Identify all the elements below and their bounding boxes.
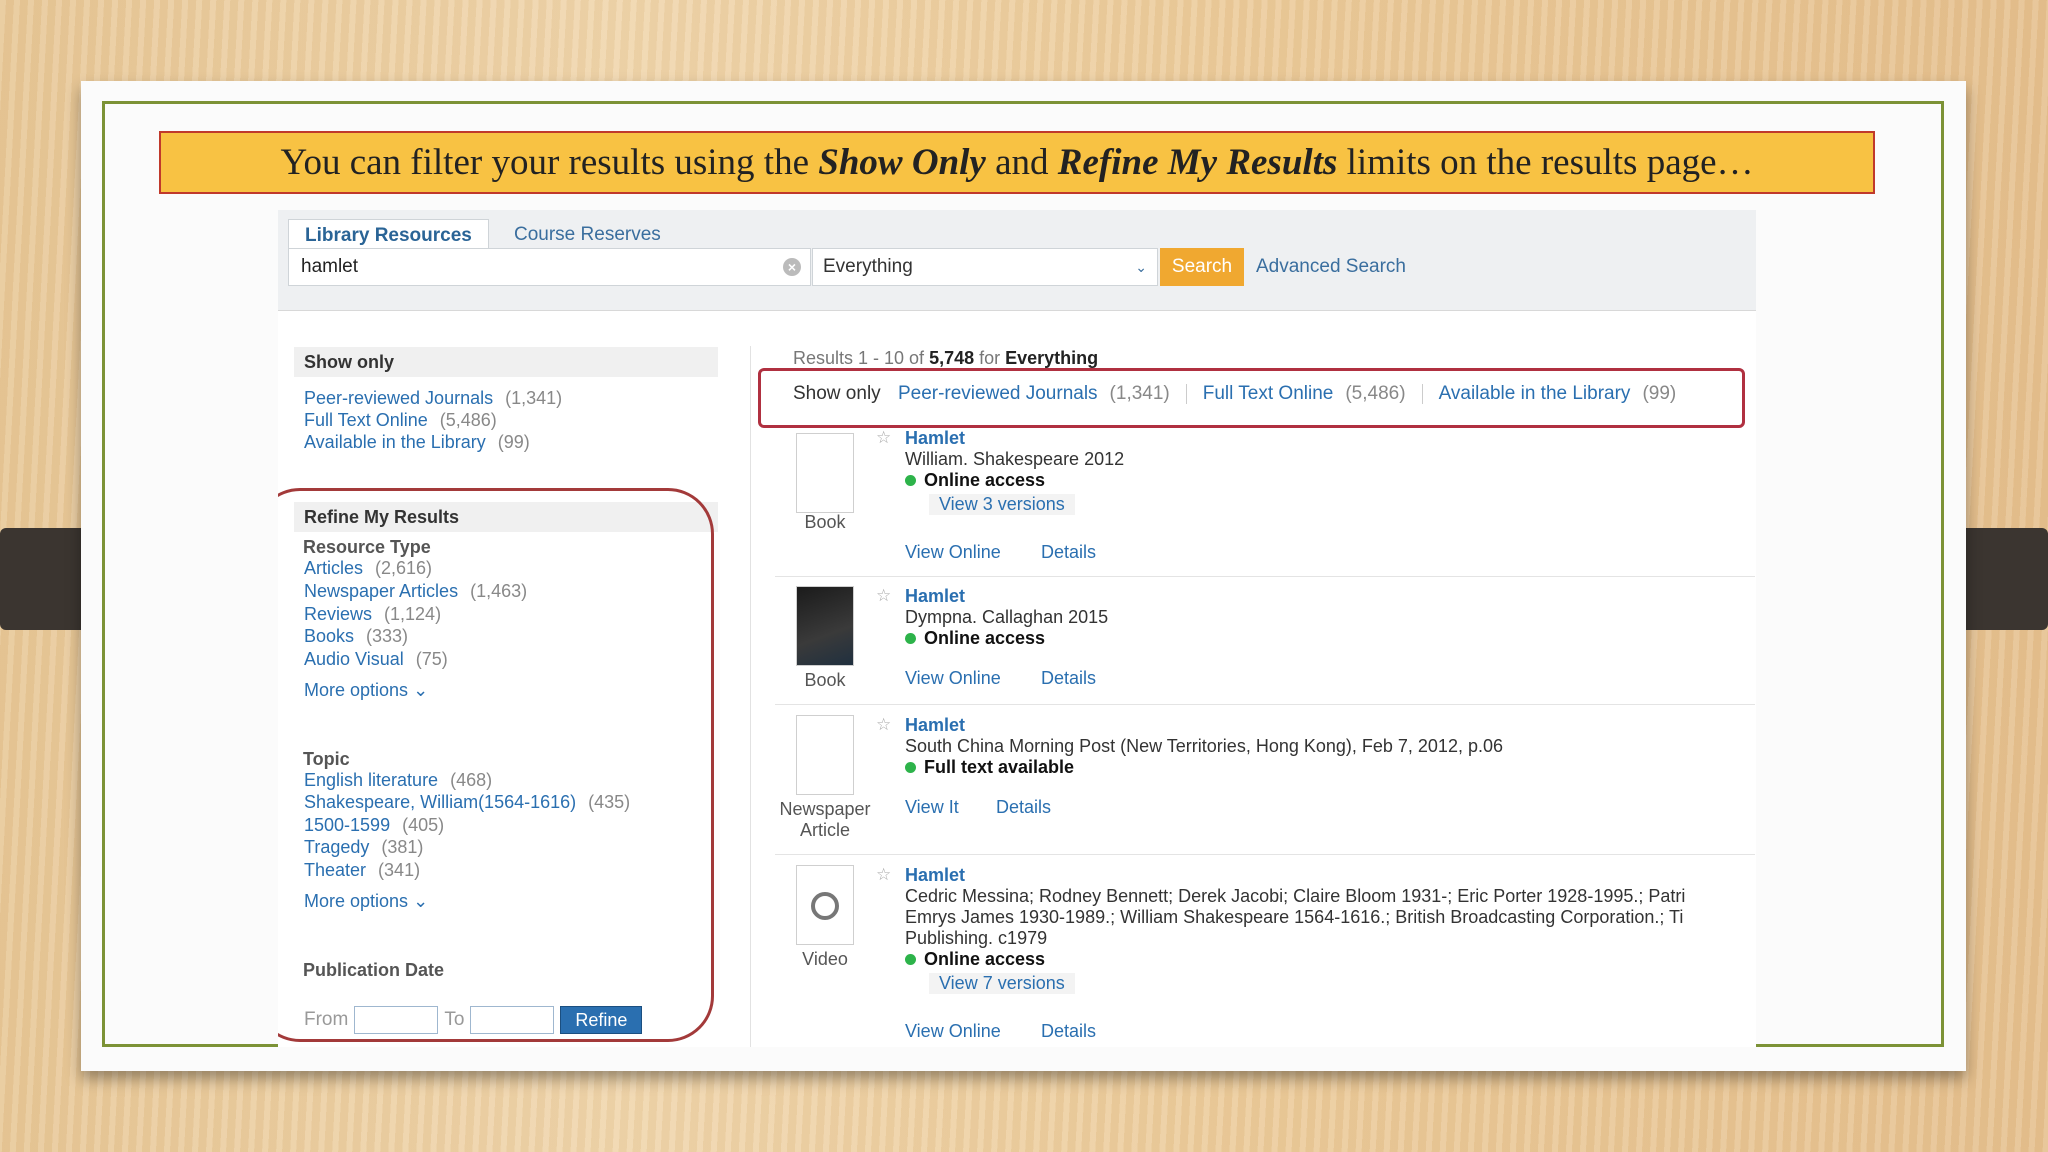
view-online-link[interactable]: View Online: [905, 1021, 1001, 1042]
scope-select[interactable]: Everything ⌄: [812, 248, 1158, 286]
refine-emphasis: Refine My Results: [1057, 142, 1338, 183]
view-it-link[interactable]: View It: [905, 797, 959, 818]
show-only-heading: Show only: [294, 347, 718, 377]
star-icon[interactable]: ☆: [876, 428, 891, 448]
availability-dot-icon: [905, 475, 916, 486]
refine-highlight-oval: [278, 488, 714, 1042]
result-creators-line: Cedric Messina; Rodney Bennett; Derek Ja…: [905, 886, 1686, 906]
library-search-screenshot: Library Resources Course Reserves × Ever…: [278, 210, 1756, 1047]
result-author-line: William. Shakespeare 2012: [905, 449, 1125, 469]
availability-status: Full text available: [905, 757, 1074, 778]
result-divider: [775, 704, 1755, 705]
video-thumbnail[interactable]: [796, 865, 854, 945]
result-creators-line: Emrys James 1930-1989.; William Shakespe…: [905, 907, 1684, 927]
result-type-label: Book: [804, 670, 846, 690]
view-online-link[interactable]: View Online: [905, 542, 1001, 563]
view-versions-link[interactable]: View 7 versions: [929, 973, 1075, 994]
film-reel-icon: [811, 892, 839, 920]
view-versions-link[interactable]: View 3 versions: [929, 494, 1075, 515]
details-link[interactable]: Details: [1041, 668, 1096, 689]
result-author-line: Dympna. Callaghan 2015: [905, 607, 1109, 627]
search-box[interactable]: ×: [288, 248, 811, 286]
star-icon[interactable]: ☆: [876, 715, 891, 735]
result-divider: [775, 854, 1755, 855]
star-icon[interactable]: ☆: [876, 586, 891, 606]
result-title[interactable]: Hamlet: [905, 428, 965, 449]
results-summary: Results 1 - 10 of 5,748 for Everything: [793, 348, 1099, 368]
results-show-only-label: Show only: [793, 383, 881, 404]
result-type-label: Article: [799, 820, 850, 840]
search-button[interactable]: Search: [1160, 248, 1244, 286]
availability-dot-icon: [905, 954, 916, 965]
search-header: Library Resources Course Reserves × Ever…: [278, 210, 1756, 311]
book-cover-thumbnail[interactable]: [796, 586, 854, 666]
book-cover-thumbnail[interactable]: [796, 433, 854, 513]
show-only-item[interactable]: Full Text Online (5,486): [304, 410, 497, 431]
result-title[interactable]: Hamlet: [905, 586, 965, 607]
column-divider: [750, 346, 751, 1047]
advanced-search-link[interactable]: Advanced Search: [1256, 248, 1406, 286]
newspaper-thumbnail[interactable]: [796, 715, 854, 795]
details-link[interactable]: Details: [996, 797, 1051, 818]
result-divider: [775, 576, 1755, 577]
result-creators-line: Publishing. c1979: [905, 928, 1048, 948]
star-icon[interactable]: ☆: [876, 865, 891, 885]
chevron-down-icon: ⌄: [1135, 259, 1147, 275]
availability-dot-icon: [905, 633, 916, 644]
result-type-label: Video: [802, 949, 848, 969]
result-title[interactable]: Hamlet: [905, 865, 965, 886]
availability-dot-icon: [905, 762, 916, 773]
details-link[interactable]: Details: [1041, 542, 1096, 563]
scope-value: Everything: [823, 256, 913, 277]
results-show-only-bar: Show only Peer-reviewed Journals (1,341) F…: [793, 383, 1677, 404]
details-link[interactable]: Details: [1041, 1021, 1096, 1042]
instruction-banner: You can filter your results using the Sh…: [159, 131, 1875, 194]
availability-status: Online access: [905, 470, 1045, 491]
view-online-link[interactable]: View Online: [905, 668, 1001, 689]
results-show-only-peer-reviewed[interactable]: Peer-reviewed Journals: [898, 383, 1098, 404]
tab-course-reserves[interactable]: Course Reserves: [514, 219, 661, 251]
show-only-item[interactable]: Peer-reviewed Journals (1,341): [304, 388, 562, 409]
result-type-label: Newspaper: [779, 799, 871, 819]
show-only-emphasis: Show Only: [818, 142, 986, 183]
result-source-line: South China Morning Post (New Territorie…: [905, 736, 1503, 756]
availability-status: Online access: [905, 628, 1045, 649]
availability-status: Online access: [905, 949, 1045, 970]
search-input[interactable]: [301, 249, 771, 285]
clear-icon[interactable]: ×: [783, 258, 801, 276]
show-only-item[interactable]: Available in the Library (99): [304, 432, 530, 453]
result-title[interactable]: Hamlet: [905, 715, 965, 736]
result-type-label: Book: [804, 512, 846, 532]
results-show-only-available[interactable]: Available in the Library: [1439, 383, 1631, 404]
results-show-only-full-text[interactable]: Full Text Online: [1203, 383, 1334, 404]
